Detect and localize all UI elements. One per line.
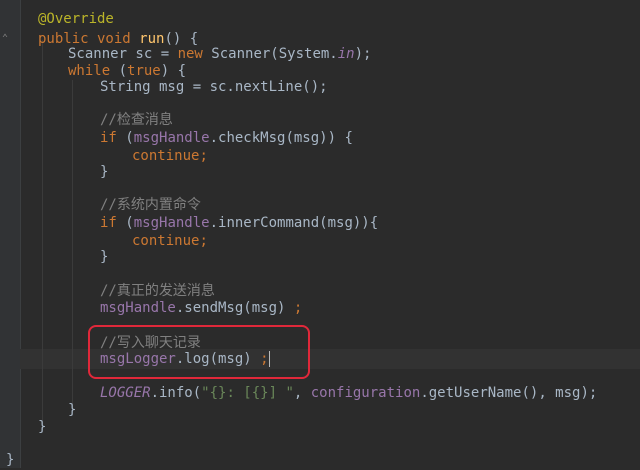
field-text: msgHandle	[133, 215, 210, 231]
code-text: .info(	[150, 385, 202, 401]
code-line-15[interactable]: }	[100, 247, 108, 267]
keyword-text: if	[100, 130, 126, 146]
keyword-text: continue	[132, 148, 200, 164]
code-text: Scanner sc =	[68, 46, 178, 62]
field-text: msgHandle	[100, 300, 176, 316]
code-line-27[interactable]: }	[6, 450, 14, 470]
editor-gutter[interactable]: ⌃	[0, 0, 21, 468]
code-line-8[interactable]: if (msgHandle.checkMsg(msg)) {	[100, 128, 353, 148]
logger-field: LOGGER	[100, 385, 151, 401]
code-text: (	[125, 215, 134, 231]
code-line-5[interactable]: String msg = sc.nextLine();	[100, 77, 328, 97]
code-line-13[interactable]: if (msgHandle.innerCommand(msg)){	[100, 213, 378, 233]
keyword-text: if	[100, 215, 126, 231]
indent-guide	[42, 40, 43, 430]
code-text: String msg = sc.nextLine();	[100, 79, 328, 95]
code-text: }	[68, 402, 77, 418]
code-line-10[interactable]: }	[100, 162, 108, 182]
string-literal: "{}: [{}] "	[201, 385, 294, 401]
comment-text: //检查消息	[100, 112, 173, 128]
code-text: );	[354, 46, 372, 62]
code-line-12[interactable]: //系统内置命令	[100, 195, 201, 215]
code-line-7[interactable]: //检查消息	[100, 110, 173, 130]
code-text: .sendMsg(msg)	[175, 300, 294, 316]
field-text: configuration	[310, 385, 421, 401]
code-text: .getUserName(), msg);	[420, 385, 598, 401]
code-text: .checkMsg(msg)) {	[209, 130, 353, 146]
code-text: ;	[199, 148, 208, 164]
code-line-23[interactable]: LOGGER.info("{}: [{}] ", configuration.g…	[100, 383, 597, 403]
code-text: }	[100, 249, 109, 265]
code-text: }	[38, 419, 47, 435]
code-editor[interactable]: @Override public void run() { Scanner sc…	[6, 0, 640, 468]
code-text: ,	[293, 385, 311, 401]
fold-marker-icon[interactable]: ⌃	[2, 33, 8, 44]
highlight-box	[88, 325, 310, 379]
annotation-text: @Override	[38, 11, 114, 27]
comment-text: //真正的发送消息	[100, 283, 215, 299]
field-text: msgHandle	[133, 130, 210, 146]
code-text: (	[125, 130, 134, 146]
code-line-18[interactable]: msgHandle.sendMsg(msg) ;	[100, 298, 302, 318]
comment-text: //系统内置命令	[100, 197, 201, 213]
indent-guide	[72, 80, 73, 410]
keyword-text: continue	[132, 233, 200, 249]
semicolon-text: ;	[293, 300, 303, 316]
code-text: }	[6, 452, 15, 468]
code-text: .innerCommand(msg)){	[209, 215, 379, 231]
code-line-9[interactable]: continue;	[132, 146, 208, 166]
static-field: in	[337, 46, 355, 62]
code-text: }	[100, 164, 109, 180]
code-text: Scanner(System.	[211, 46, 338, 62]
code-line-14[interactable]: continue;	[132, 231, 208, 251]
code-text: ;	[199, 233, 208, 249]
code-line-1[interactable]: @Override	[38, 9, 114, 29]
code-line-24[interactable]: }	[68, 400, 76, 420]
keyword-text: new	[177, 46, 212, 62]
code-line-25[interactable]: }	[38, 417, 46, 437]
